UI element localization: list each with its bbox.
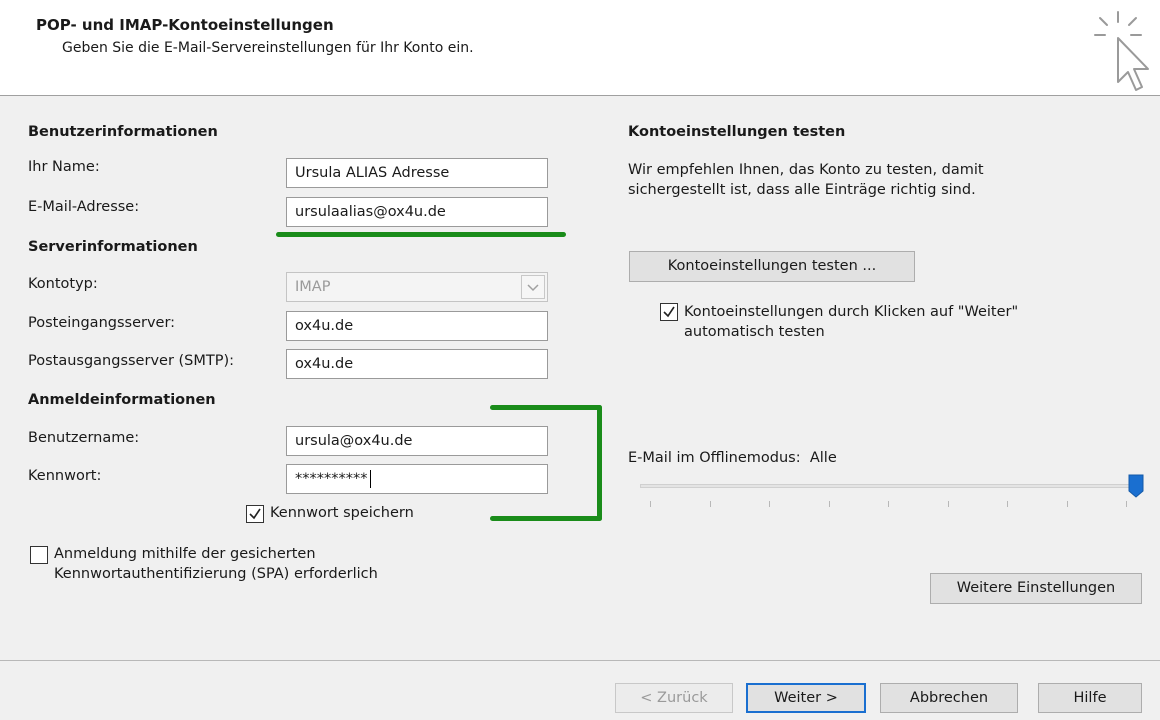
password-label: Kennwort: (28, 468, 102, 484)
outgoing-server-field[interactable]: ox4u.de (286, 349, 548, 379)
offline-mode-slider-track[interactable] (640, 484, 1136, 488)
checkmark-icon (249, 508, 261, 520)
slider-tick (1007, 501, 1008, 507)
offline-mode-label: E-Mail im Offlinemodus: Alle (628, 450, 837, 466)
back-button: < Zurück (615, 683, 733, 713)
username-field[interactable]: ursula@ox4u.de (286, 426, 548, 456)
login-highlight-bracket-bottom (490, 516, 602, 521)
cursor-click-icon (1092, 10, 1152, 96)
test-description-line2: sichergestellt ist, dass alle Einträge r… (628, 182, 976, 198)
chevron-down-icon (521, 275, 545, 299)
footer-divider (0, 660, 1160, 661)
password-field[interactable]: ********** (286, 464, 548, 494)
auto-test-label-line1: Kontoeinstellungen durch Klicken auf "We… (684, 304, 1019, 320)
spa-label-line2: Kennwortauthentifizierung (SPA) erforder… (54, 566, 378, 582)
user-info-heading: Benutzerinformationen (28, 124, 218, 140)
login-highlight-bracket-side (597, 405, 602, 521)
incoming-server-label: Posteingangsserver: (28, 315, 176, 331)
save-password-checkbox[interactable] (246, 505, 264, 523)
offline-mode-value: Alle (809, 450, 837, 466)
login-highlight-bracket-top (490, 405, 602, 410)
name-field[interactable]: Ursula ALIAS Adresse (286, 158, 548, 188)
username-label: Benutzername: (28, 430, 140, 446)
account-type-select: IMAP (286, 272, 548, 302)
page-subtitle: Geben Sie die E-Mail-Servereinstellungen… (62, 40, 474, 56)
slider-tick (1126, 501, 1127, 507)
checkmark-icon (663, 306, 675, 318)
test-description: Wir empfehlen Ihnen, das Konto zu testen… (628, 160, 984, 200)
email-field[interactable]: ursulaalias@ox4u.de (286, 197, 548, 227)
spa-label[interactable]: Anmeldung mithilfe der gesicherten Kennw… (54, 544, 378, 584)
slider-tick (709, 501, 711, 507)
offline-mode-slider-thumb[interactable] (1128, 474, 1144, 498)
auto-test-label-line2: automatisch testen (684, 324, 825, 340)
test-description-line1: Wir empfehlen Ihnen, das Konto zu testen… (628, 162, 984, 178)
offline-mode-label-text: E-Mail im Offlinemodus: (628, 450, 801, 466)
save-password-label[interactable]: Kennwort speichern (270, 505, 414, 521)
page-title: POP- und IMAP-Kontoeinstellungen (36, 16, 334, 34)
help-button[interactable]: Hilfe (1038, 683, 1142, 713)
more-settings-button[interactable]: Weitere Einstellungen (930, 573, 1142, 604)
login-info-heading: Anmeldeinformationen (28, 392, 216, 408)
outgoing-server-label: Postausgangsserver (SMTP): (28, 353, 235, 369)
name-label: Ihr Name: (28, 159, 100, 175)
spa-checkbox[interactable] (30, 546, 48, 564)
test-account-button[interactable]: Kontoeinstellungen testen ... (629, 251, 915, 282)
password-value: ********** (295, 471, 368, 487)
text-caret (369, 470, 371, 488)
email-label: E-Mail-Adresse: (28, 199, 140, 215)
slider-tick (650, 501, 651, 507)
email-highlight-underline (276, 232, 566, 237)
auto-test-label[interactable]: Kontoeinstellungen durch Klicken auf "We… (684, 302, 1018, 342)
slider-tick (1066, 501, 1068, 507)
test-settings-heading: Kontoeinstellungen testen (628, 124, 846, 140)
slider-tick (769, 501, 770, 507)
slider-tick (888, 501, 889, 507)
server-info-heading: Serverinformationen (28, 239, 198, 255)
slider-tick (947, 501, 949, 507)
account-type-value: IMAP (295, 279, 331, 295)
auto-test-checkbox[interactable] (660, 303, 678, 321)
incoming-server-field[interactable]: ox4u.de (286, 311, 548, 341)
account-type-label: Kontotyp: (28, 276, 98, 292)
next-button[interactable]: Weiter > (746, 683, 866, 713)
cancel-button[interactable]: Abbrechen (880, 683, 1018, 713)
spa-label-line1: Anmeldung mithilfe der gesicherten (54, 546, 316, 562)
slider-tick (828, 501, 830, 507)
